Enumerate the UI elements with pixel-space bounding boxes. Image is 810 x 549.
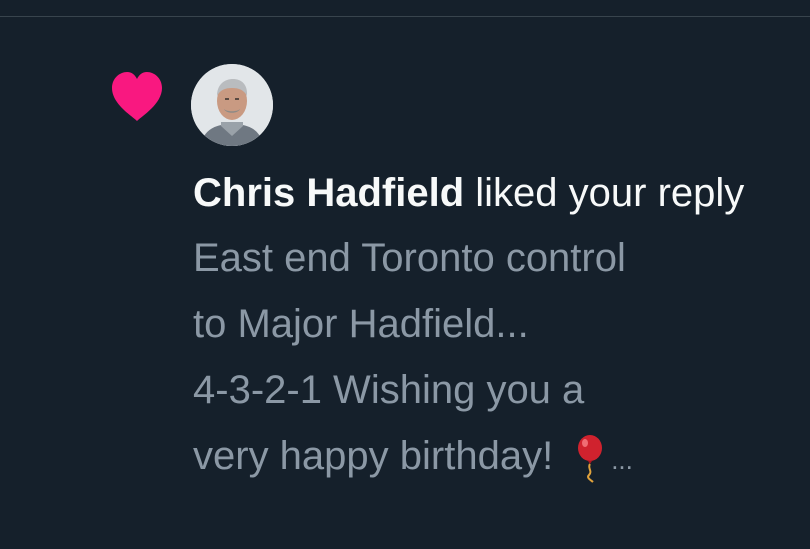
heart-icon (110, 71, 164, 123)
reply-preview: East end Toronto control to Major Hadfie… (193, 225, 753, 493)
truncation-ellipsis: ... (611, 445, 633, 475)
reply-text: East end Toronto control to Major Hadfie… (193, 236, 626, 478)
notification-item[interactable]: Chris Hadfield liked your reply East end… (0, 17, 810, 549)
balloon-icon (575, 435, 605, 483)
avatar[interactable] (191, 64, 273, 146)
notification-headline: Chris Hadfield liked your reply (193, 165, 773, 222)
actor-name[interactable]: Chris Hadfield (193, 171, 464, 215)
action-text: liked your reply (464, 171, 745, 215)
